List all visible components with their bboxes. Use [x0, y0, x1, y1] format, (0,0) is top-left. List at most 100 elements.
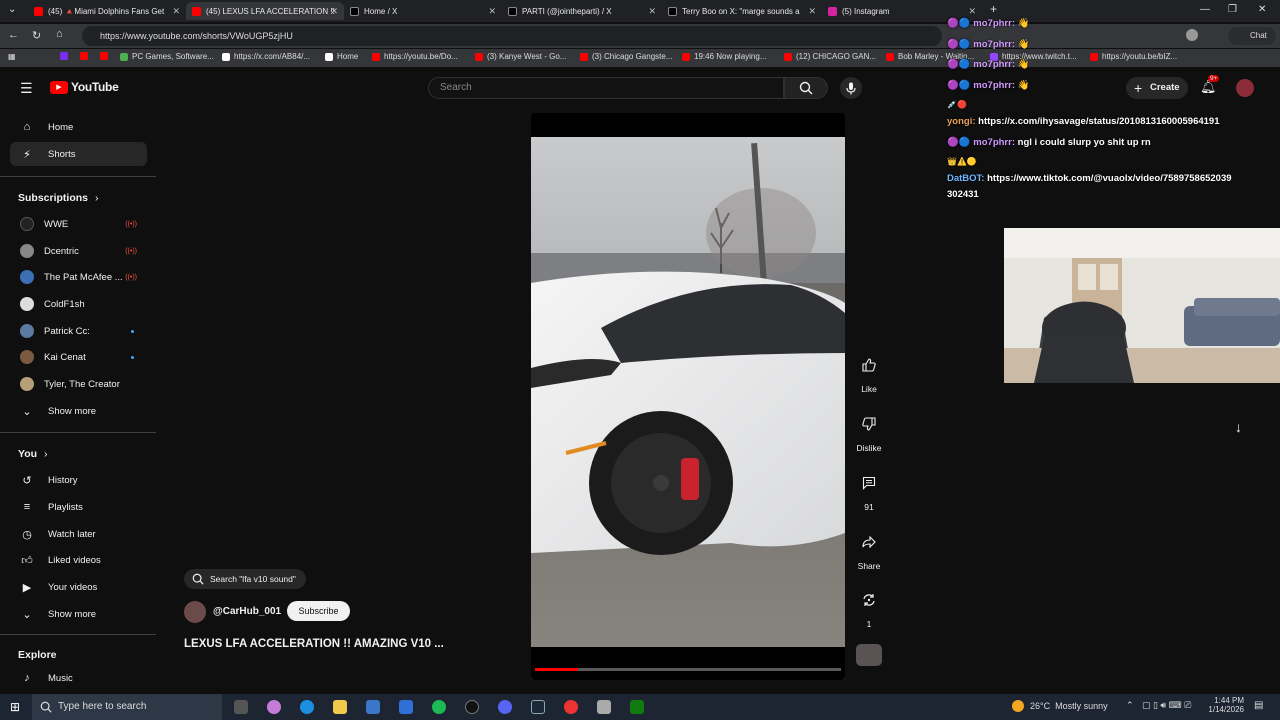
channel-name[interactable]: @CarHub_001 [213, 606, 281, 617]
browser-tab-1[interactable]: (45) 🔺Miami Dolphins Fans Get ✕ [28, 2, 186, 20]
bookmark-1[interactable]: PC Games, Software... [120, 52, 214, 61]
show-more-you[interactable]: ⌄ Show more [10, 602, 147, 626]
youtube-logo[interactable]: ▶ YouTube [50, 80, 119, 94]
windows-start-icon[interactable]: ⊞ [10, 700, 20, 714]
notifications-button[interactable]: 🔔︎ 9+ [1200, 75, 1220, 95]
tray-chevron-icon[interactable]: ⌃ [1126, 700, 1134, 711]
bookmark-3[interactable]: Home [325, 52, 358, 61]
back-icon[interactable]: ← [8, 29, 19, 41]
close-tab-icon[interactable]: ✕ [488, 6, 496, 17]
bookmark-icon[interactable] [100, 52, 112, 60]
favicon-icon [372, 52, 380, 61]
app-icon[interactable] [597, 700, 611, 714]
nav-watch-later[interactable]: ◷ Watch later [10, 522, 147, 546]
app-icon[interactable] [465, 700, 479, 714]
channel-avatar[interactable] [184, 601, 206, 623]
account-avatar[interactable] [1236, 79, 1254, 97]
remix-button[interactable]: 1 [855, 586, 883, 629]
notification-center-icon[interactable]: ▤ [1254, 700, 1263, 711]
browser-tab-4[interactable]: PARTI (@jointheparti) / X ✕ [502, 2, 662, 20]
tab-search-icon[interactable]: ⌄ [8, 4, 16, 15]
browser-tab-5[interactable]: Terry Boo on X: "marge sounds a ✕ [662, 2, 822, 20]
steam-icon[interactable] [531, 700, 545, 714]
url-field[interactable]: https://www.youtube.com/shorts/VWoUGP5zj… [82, 26, 942, 46]
menu-icon[interactable]: ☰ [20, 80, 33, 97]
minimize-icon[interactable]: — [1200, 4, 1210, 15]
nav-music[interactable]: ♪ Music [10, 666, 147, 690]
file-explorer-icon[interactable] [333, 700, 347, 714]
close-window-icon[interactable]: ✕ [1258, 4, 1266, 15]
search-suggestion-chip[interactable]: Search "lfa v10 sound" [184, 569, 306, 589]
bookmark-4[interactable]: https://youtu.be/Do... [372, 52, 458, 61]
weather-widget[interactable]: 26°C Mostly sunny [1030, 701, 1108, 711]
nav-liked-videos[interactable]: 👍︎ Liked videos [10, 548, 147, 572]
new-tab-icon[interactable]: + [990, 2, 997, 16]
remix-icon [855, 586, 883, 614]
close-tab-icon[interactable]: ✕ [648, 6, 656, 17]
spotify-icon[interactable] [432, 700, 446, 714]
bookmark-11[interactable]: https://youtu.be/bIZ... [1090, 52, 1177, 61]
voice-search-button[interactable] [840, 77, 862, 99]
tray-icons[interactable]: ▢ ▯ 🔊︎ ⌨ ⎚ [1142, 700, 1191, 711]
create-button[interactable]: + Create [1126, 77, 1188, 99]
profile-avatar[interactable] [1186, 29, 1198, 41]
bookmark-8[interactable]: (12) CHICAGO GAN... [784, 52, 876, 61]
nav-shorts[interactable]: ⚡︎ Shorts [10, 142, 147, 166]
bookmark-icon[interactable] [80, 52, 92, 60]
edge-icon[interactable] [300, 700, 314, 714]
sub-item-tyler[interactable]: Tyler, The Creator [10, 372, 147, 396]
xbox-icon[interactable] [630, 700, 644, 714]
search-button[interactable] [784, 77, 828, 99]
close-tab-icon[interactable]: ✕ [172, 6, 180, 17]
bookmark-6[interactable]: (3) Chicago Gangste... [580, 52, 672, 61]
sub-item-kai-cenat[interactable]: Kai Cenat [10, 345, 147, 369]
comments-button[interactable]: 91 [855, 469, 883, 512]
close-tab-icon[interactable]: ✕ [330, 6, 338, 17]
clock[interactable]: 1:44 PM 1/14/2026 [1200, 696, 1244, 714]
nav-history[interactable]: ↺ History [10, 468, 147, 492]
bookmark-apps-icon[interactable]: ▦ [8, 52, 16, 61]
nav-your-videos[interactable]: ▶ Your videos [10, 575, 147, 599]
bookmark-2[interactable]: https://x.com/AB84/... [222, 52, 310, 61]
bookmark-5[interactable]: (3) Kanye West - Go... [475, 52, 566, 61]
subscribe-button[interactable]: Subscribe [287, 601, 350, 621]
nav-playlists[interactable]: ≡ Playlists [10, 495, 147, 519]
maximize-icon[interactable]: ❐ [1228, 4, 1237, 15]
you-header[interactable]: You › [18, 448, 47, 460]
copilot-icon[interactable] [267, 700, 281, 714]
sub-item-wwe[interactable]: WWE ((•)) [10, 212, 147, 236]
outlook-icon[interactable] [399, 700, 413, 714]
bookmark-7[interactable]: 19:46 Now playing... [682, 52, 767, 61]
sub-item-patrick-cc[interactable]: Patrick Cc: [10, 319, 147, 343]
share-icon [855, 528, 883, 556]
discord-icon[interactable] [498, 700, 512, 714]
dislike-button[interactable]: Dislike [855, 410, 883, 453]
like-button[interactable]: Like [855, 351, 883, 394]
short-video-player[interactable] [531, 113, 845, 680]
app-icon[interactable] [564, 700, 578, 714]
arrow-down-icon[interactable]: ↓ [1235, 419, 1242, 435]
browser-tab-3[interactable]: Home / X ✕ [344, 2, 502, 20]
sound-thumbnail[interactable] [856, 644, 882, 666]
search-input[interactable]: Search [428, 77, 784, 99]
subscriptions-header[interactable]: Subscriptions › [18, 192, 98, 204]
close-tab-icon[interactable]: ✕ [968, 6, 976, 17]
sub-item-coldf1sh[interactable]: ColdF1sh [10, 292, 147, 316]
sub-item-pat-mcafee[interactable]: The Pat McAfee ... ((•)) [10, 265, 147, 289]
close-tab-icon[interactable]: ✕ [808, 6, 816, 17]
nav-home[interactable]: ⌂ Home [10, 115, 147, 139]
copilot-chat-button[interactable]: Chat [1228, 27, 1276, 45]
task-view-icon[interactable] [234, 700, 248, 714]
video-progress-track[interactable] [535, 668, 841, 671]
home-icon[interactable]: ⌂ [56, 28, 63, 40]
short-title[interactable]: LEXUS LFA ACCELERATION !! AMAZING V10 ..… [184, 638, 444, 650]
reload-icon[interactable]: ↻ [32, 29, 41, 42]
bookmark-icon[interactable] [60, 52, 72, 60]
taskbar-search-input[interactable]: Type here to search [32, 694, 222, 720]
sub-item-dcentric[interactable]: Dcentric ((•)) [10, 239, 147, 263]
show-more-subscriptions[interactable]: ⌄ Show more [10, 399, 147, 423]
chat-message: 🟣🔵 mo7phrr: 👋 [947, 80, 1030, 91]
store-icon[interactable] [366, 700, 380, 714]
browser-tab-2[interactable]: (45) LEXUS LFA ACCELERATION !! ✕ [186, 2, 344, 20]
share-button[interactable]: Share [855, 528, 883, 571]
